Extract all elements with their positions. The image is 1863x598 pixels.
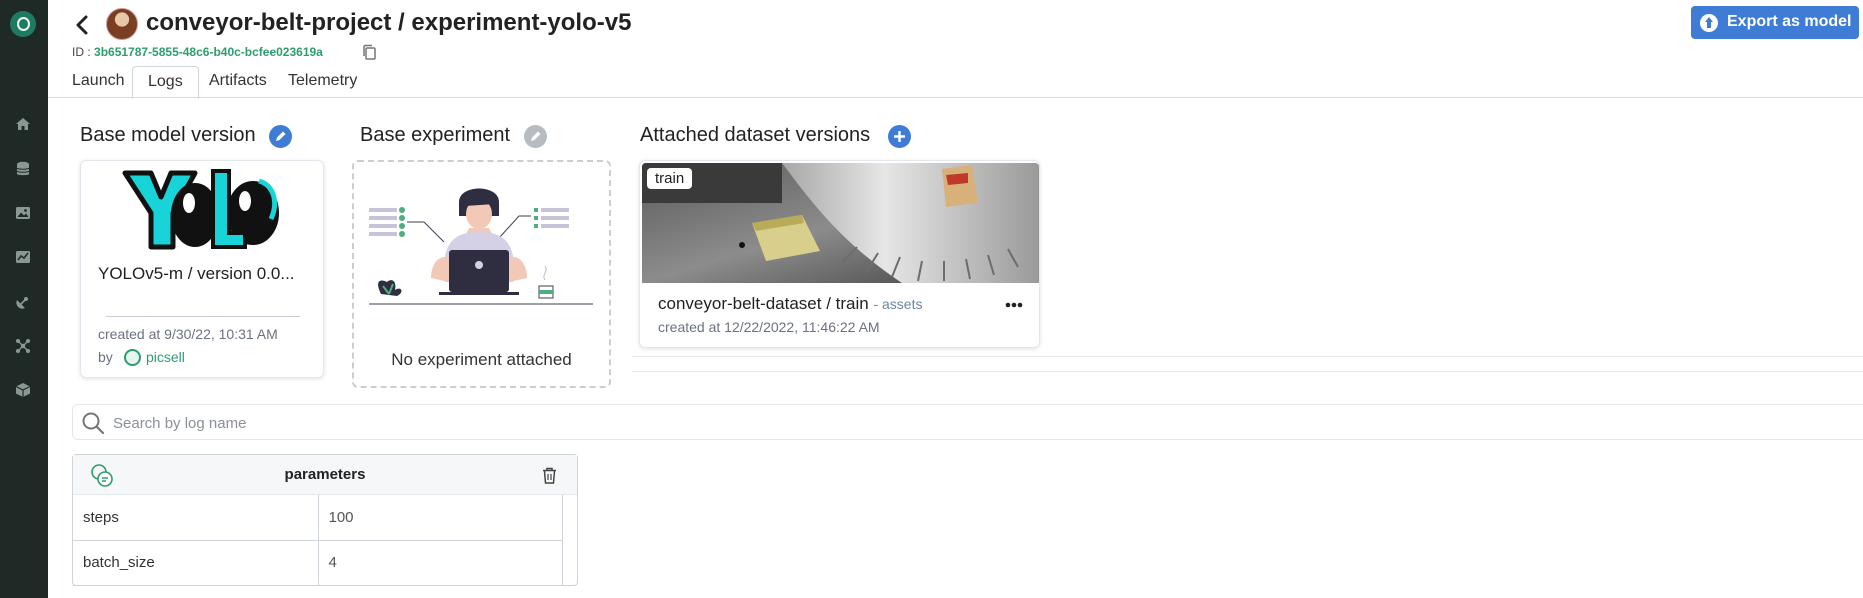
table-row: batch_size 4 — [73, 540, 563, 586]
charts-icon[interactable] — [14, 248, 32, 266]
dataset-card[interactable]: train conveyor-belt-dataset / train - as… — [639, 160, 1040, 348]
picsell-logo-icon — [124, 349, 141, 366]
dataset-name-text: conveyor-belt-dataset / train — [658, 294, 869, 313]
more-options-icon[interactable] — [1004, 297, 1024, 308]
log-card: parameters steps 100 batch_size 4 — [72, 454, 578, 586]
edit-base-experiment-button[interactable] — [524, 125, 547, 148]
sidebar — [0, 0, 48, 598]
param-key: steps — [73, 495, 319, 541]
back-arrow-icon[interactable] — [72, 14, 92, 36]
divider — [106, 316, 300, 317]
no-experiment-text: No experiment attached — [391, 350, 572, 369]
home-icon[interactable] — [14, 115, 32, 133]
dataset-type: - assets — [873, 296, 923, 312]
app-logo[interactable] — [10, 11, 36, 37]
param-value: 100 — [318, 495, 563, 541]
log-table: steps 100 batch_size 4 — [73, 495, 563, 586]
tab-telemetry[interactable]: Telemetry — [288, 66, 357, 99]
model-owner[interactable]: picsell — [146, 349, 185, 365]
base-model-title: Base model version — [80, 124, 256, 146]
dataset-name[interactable]: conveyor-belt-dataset / train - assets — [658, 294, 922, 314]
tab-artifacts[interactable]: Artifacts — [209, 66, 267, 99]
model-name: YOLOv5-m / version 0.0... — [98, 264, 295, 283]
network-icon[interactable] — [14, 337, 32, 355]
copy-icon[interactable] — [361, 44, 377, 61]
param-value: 4 — [318, 540, 563, 586]
pencil-icon — [269, 125, 292, 148]
tab-divider — [48, 97, 1863, 98]
id-value: 3b651787-5855-48c6-b40c-bcfee023619a — [94, 45, 323, 59]
model-by-label: by — [98, 349, 113, 365]
table-row: steps 100 — [73, 495, 563, 541]
search-input[interactable] — [113, 411, 1813, 435]
plus-icon — [888, 125, 911, 148]
datasets-title: Attached dataset versions — [640, 124, 871, 146]
tab-logs[interactable]: Logs — [132, 66, 199, 99]
dataset-thumbnail: train — [642, 163, 1039, 283]
experiment-id: ID : 3b651787-5855-48c6-b40c-bcfee023619… — [72, 45, 323, 59]
add-dataset-button[interactable] — [888, 125, 911, 148]
upload-icon — [1700, 14, 1718, 32]
page-title: conveyor-belt-project / experiment-yolo-… — [146, 9, 632, 36]
log-title: parameters — [284, 466, 366, 483]
export-as-model-button[interactable]: Export as model — [1691, 6, 1859, 39]
search-icon — [81, 411, 105, 435]
satellite-icon[interactable] — [14, 293, 32, 311]
dataset-split-badge: train — [647, 168, 693, 189]
id-label: ID : — [72, 45, 91, 59]
model-created-date: created at 9/30/22, 10:31 AM — [98, 326, 278, 342]
datalake-icon[interactable] — [14, 160, 32, 178]
user-avatar[interactable] — [106, 8, 138, 40]
dataset-created-date: created at 12/22/2022, 11:46:22 AM — [658, 319, 880, 335]
base-experiment-title: Base experiment — [360, 124, 511, 146]
yolo-logo — [121, 167, 285, 253]
cube-icon[interactable] — [14, 381, 32, 399]
log-search-bar — [72, 404, 1863, 440]
export-button-label: Export as model — [1727, 13, 1852, 30]
tab-launch[interactable]: Launch — [72, 66, 125, 99]
param-key: batch_size — [73, 540, 319, 586]
divider — [632, 356, 1863, 372]
base-model-card[interactable]: YOLOv5-m / version 0.0... created at 9/3… — [80, 160, 324, 378]
log-header: parameters — [73, 455, 577, 495]
images-icon[interactable] — [14, 204, 32, 222]
pencil-icon — [524, 125, 547, 148]
trash-icon[interactable] — [542, 467, 557, 484]
edit-base-model-button[interactable] — [269, 125, 292, 148]
base-experiment-card[interactable]: No experiment attached — [352, 160, 611, 388]
no-experiment-illustration — [369, 182, 594, 317]
